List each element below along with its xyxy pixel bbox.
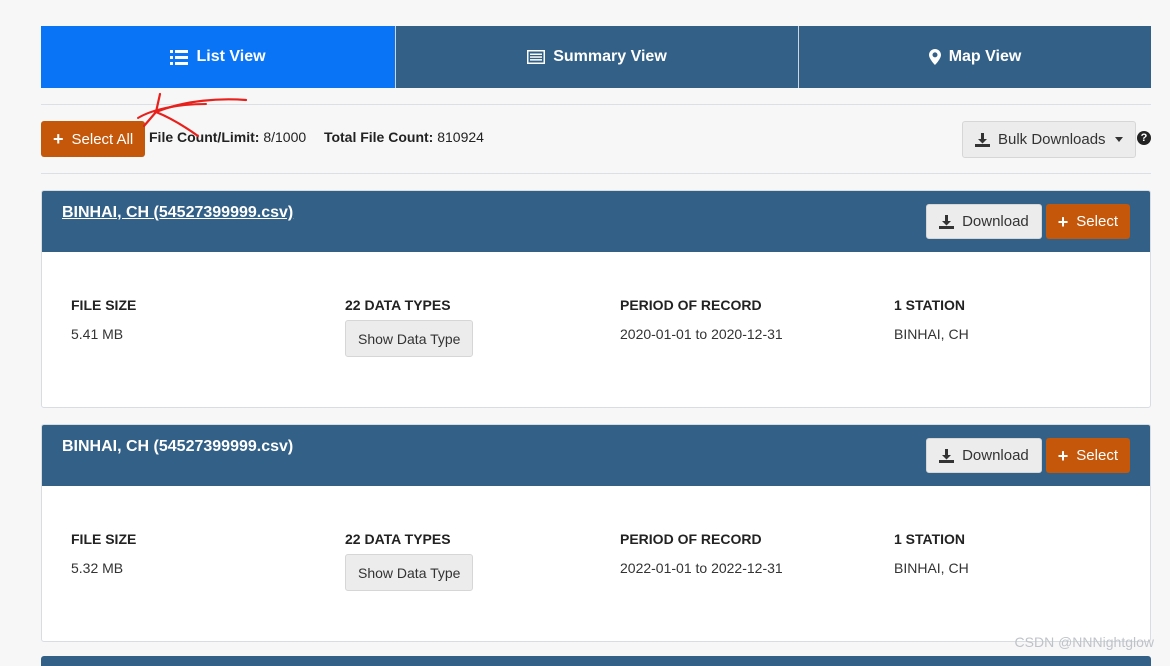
select-label: Select xyxy=(1076,213,1118,230)
caret-down-icon xyxy=(1114,137,1123,142)
file-count-value: 8/1000 xyxy=(263,129,307,145)
result-card-partial xyxy=(41,656,1151,666)
station-value: BINHAI, CH xyxy=(894,326,969,342)
download-button[interactable]: Download xyxy=(926,204,1042,239)
file-size-column: FILE SIZE 5.41 MB xyxy=(71,297,136,342)
card-actions: Download + Select xyxy=(926,204,1130,239)
plus-icon: + xyxy=(53,129,64,149)
card-actions: Download + Select xyxy=(926,438,1130,473)
data-types-label: 22 DATA TYPES xyxy=(345,297,451,313)
station-label: 1 STATION xyxy=(894,297,966,313)
data-types-column: 22 DATA TYPES Show Data Type xyxy=(345,297,474,357)
annotation-arrow xyxy=(137,92,248,138)
map-marker-icon xyxy=(928,49,941,65)
tab-label: Summary View xyxy=(553,48,667,65)
file-size-label: FILE SIZE xyxy=(71,531,137,547)
tab-summary-view[interactable]: Summary View xyxy=(396,26,799,88)
download-icon xyxy=(939,448,955,463)
file-size-label: FILE SIZE xyxy=(71,297,137,313)
show-data-type-button[interactable]: Show Data Type xyxy=(345,554,474,591)
download-icon xyxy=(939,214,955,229)
show-data-type-button[interactable]: Show Data Type xyxy=(345,320,474,357)
plus-icon: + xyxy=(1057,445,1069,466)
period-column: PERIOD OF RECORD 2020-01-01 to 2020-12-3… xyxy=(620,297,783,342)
file-size-value: 5.32 MB xyxy=(71,560,124,576)
select-label: Select xyxy=(1076,447,1118,464)
download-button[interactable]: Download xyxy=(926,438,1042,473)
tab-list-view[interactable]: List View xyxy=(41,26,396,88)
list-icon xyxy=(170,49,189,65)
file-size-column: FILE SIZE 5.32 MB xyxy=(71,531,136,576)
station-column: 1 STATION BINHAI, CH xyxy=(894,297,969,342)
total-count-label: Total File Count: xyxy=(323,129,434,145)
period-label: PERIOD OF RECORD xyxy=(620,531,762,547)
select-button[interactable]: + Select xyxy=(1045,438,1130,473)
result-card-header: BINHAI, CH (54527399999.csv) Download + … xyxy=(42,191,1150,252)
select-button[interactable]: + Select xyxy=(1045,204,1130,239)
select-all-label: Select All xyxy=(71,130,134,148)
period-value: 2022-01-01 to 2022-12-31 xyxy=(620,560,783,576)
result-card-body: FILE SIZE 5.32 MB 22 DATA TYPES Show Dat… xyxy=(42,486,1150,641)
station-label: 1 STATION xyxy=(894,531,966,547)
station-column: 1 STATION BINHAI, CH xyxy=(894,531,969,576)
period-column: PERIOD OF RECORD 2022-01-01 to 2022-12-3… xyxy=(620,531,783,576)
summary-icon xyxy=(527,50,546,64)
select-all-button[interactable]: + Select All xyxy=(41,121,146,157)
download-label: Download xyxy=(962,447,1029,464)
watermark: CSDN @NNNightglow xyxy=(1014,634,1154,650)
period-value: 2020-01-01 to 2020-12-31 xyxy=(620,326,783,342)
tab-map-view[interactable]: Map View xyxy=(799,26,1151,88)
bulk-downloads-dropdown[interactable]: Bulk Downloads xyxy=(962,121,1136,158)
divider xyxy=(41,173,1151,174)
result-title-link[interactable]: BINHAI, CH (54527399999.csv) xyxy=(62,438,293,456)
plus-icon: + xyxy=(1057,211,1069,232)
view-tabs: List View Summary View Map View xyxy=(41,26,1151,88)
result-card: BINHAI, CH (54527399999.csv) Download + … xyxy=(41,424,1151,642)
result-card-body: FILE SIZE 5.41 MB 22 DATA TYPES Show Dat… xyxy=(42,252,1150,407)
result-card-header: BINHAI, CH (54527399999.csv) Download + … xyxy=(42,425,1150,486)
tab-label: List View xyxy=(196,48,266,65)
tab-label: Map View xyxy=(948,48,1022,65)
result-title-link[interactable]: BINHAI, CH (54527399999.csv) xyxy=(62,204,293,222)
bulk-downloads-label: Bulk Downloads xyxy=(998,131,1106,148)
download-icon xyxy=(975,132,990,147)
period-label: PERIOD OF RECORD xyxy=(620,297,762,313)
data-types-column: 22 DATA TYPES Show Data Type xyxy=(345,531,474,591)
help-icon[interactable]: ? xyxy=(1137,131,1151,145)
total-count-value: 810924 xyxy=(437,129,484,145)
result-card: BINHAI, CH (54527399999.csv) Download + … xyxy=(41,190,1151,408)
download-label: Download xyxy=(962,213,1029,230)
file-size-value: 5.41 MB xyxy=(71,326,124,342)
data-types-label: 22 DATA TYPES xyxy=(345,531,451,547)
station-value: BINHAI, CH xyxy=(894,560,969,576)
